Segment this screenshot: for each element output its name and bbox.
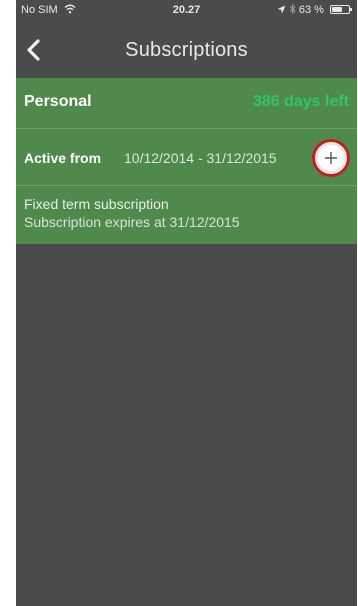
add-subscription-button[interactable] [315,142,347,174]
subscription-info-row: Fixed term subscription Subscription exp… [16,186,357,244]
subscription-card: Personal 386 days left Active from 10/12… [16,78,357,244]
active-period-row: Active from 10/12/2014 - 31/12/2015 [16,129,357,186]
plus-icon [325,152,337,164]
battery-tip [350,8,352,11]
subscription-expiry: Subscription expires at 31/12/2015 [24,214,240,230]
battery-percent: 63 % [298,4,324,16]
days-left-label: 386 days left [252,93,349,110]
battery-icon [330,5,352,14]
navigation-bar: Subscriptions [16,22,357,78]
battery-level [332,7,343,12]
status-bar: No SIM 20.27 63 % [16,0,357,22]
bluetooth-icon [289,3,296,15]
active-from-label: Active from [24,150,102,166]
subscription-type: Fixed term subscription [24,196,169,212]
subscription-name: Personal [24,93,92,110]
active-dates: 10/12/2014 - 31/12/2015 [124,150,277,166]
subscription-header-row: Personal 386 days left [16,78,357,129]
status-indicators: 63 % [277,3,352,16]
page-title: Subscriptions [125,39,248,61]
app-screen: No SIM 20.27 63 % Subscriptions Personal… [16,0,357,606]
location-arrow-icon [277,5,286,14]
